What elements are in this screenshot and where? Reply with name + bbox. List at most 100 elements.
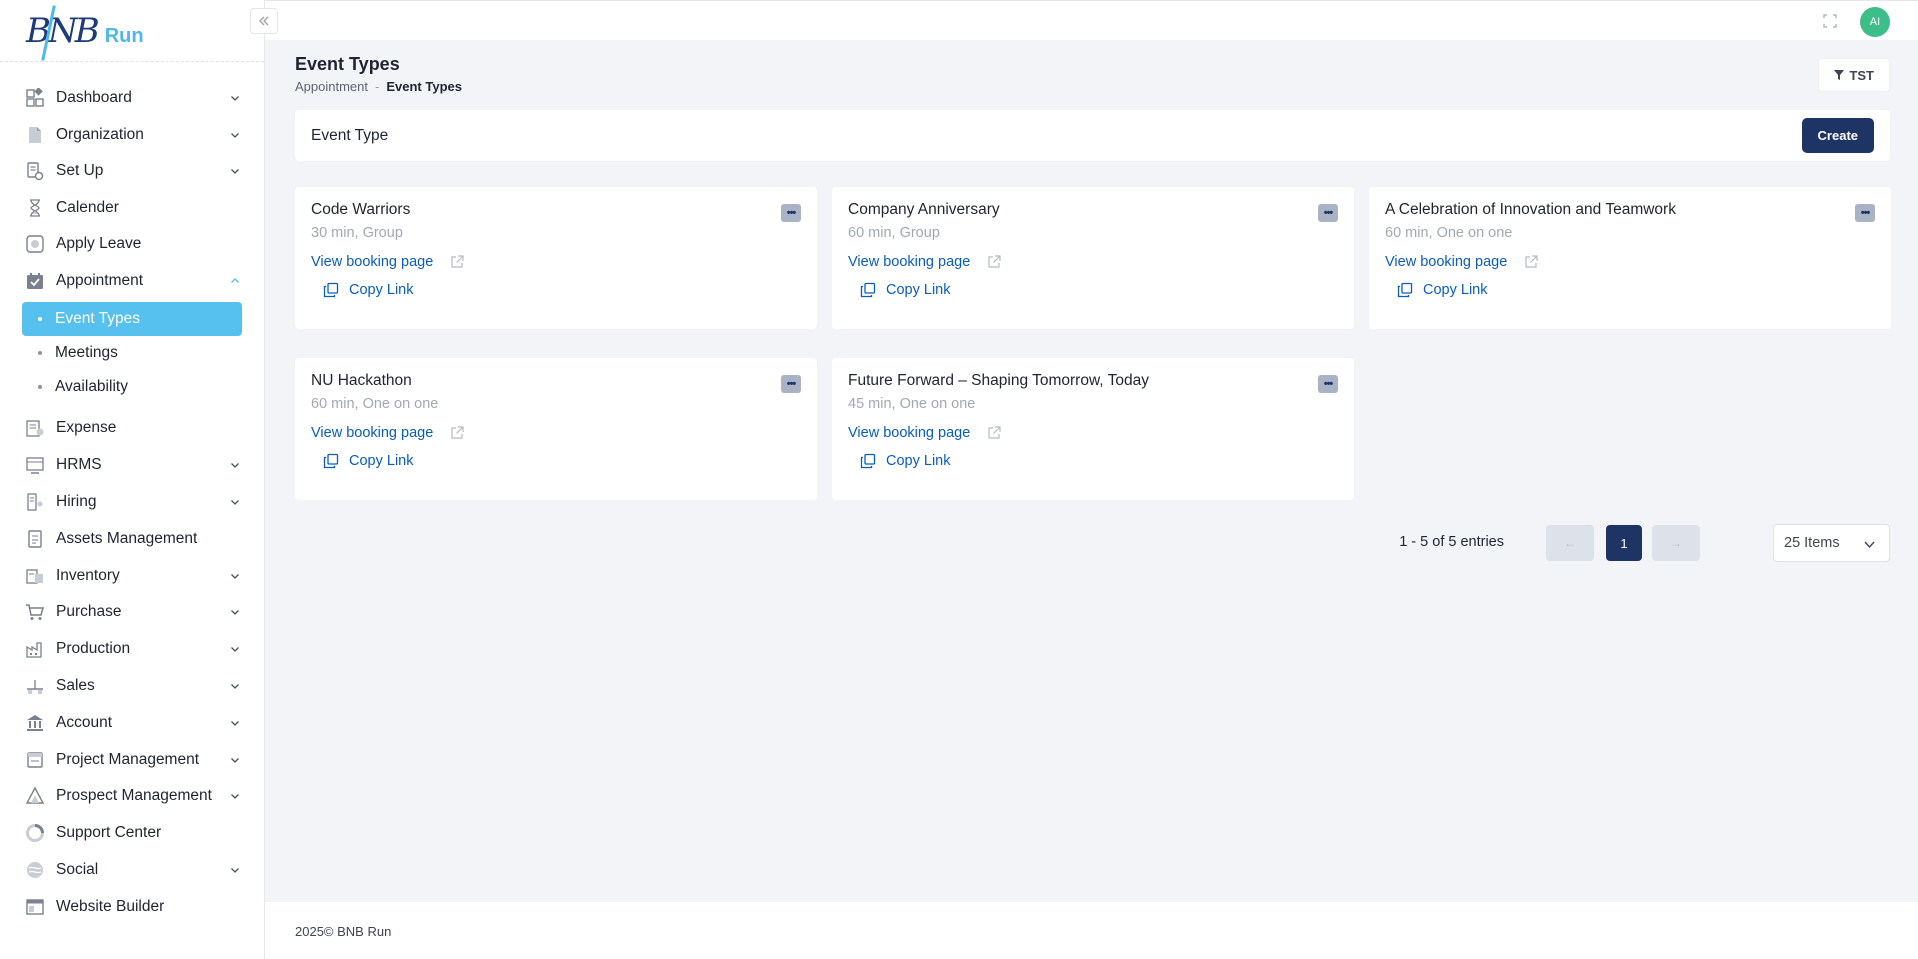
sidebar-nav: Dashboard Organization Set Up Calender Apply… (0, 62, 264, 925)
sidebar-item-label: Set Up (56, 162, 104, 180)
sidebar-item-expense[interactable]: Expense (0, 410, 264, 447)
view-booking-page-link[interactable]: View booking page (1385, 254, 1507, 270)
footer: 2025© BNB Run (265, 902, 1918, 959)
event-type-card: NU Hackathon 60 min, One on one ••• View bo… (295, 358, 817, 500)
user-avatar[interactable]: AI (1860, 7, 1890, 37)
copy-link-label: Copy Link (349, 282, 414, 298)
more-options-icon[interactable]: ••• (1318, 204, 1338, 222)
sidebar-item-assets-management[interactable]: Assets Management (0, 520, 264, 557)
more-options-icon[interactable]: ••• (1318, 375, 1338, 393)
event-type-title: Future Forward – Shaping Tomorrow, Today (848, 372, 1149, 389)
breadcrumb-parent[interactable]: Appointment (295, 79, 368, 94)
event-type-title: A Celebration of Innovation and Teamwork (1385, 201, 1676, 218)
sidebar-subitem-availability[interactable]: Availability (22, 370, 242, 404)
sidebar-item-set-up[interactable]: Set Up (0, 153, 264, 190)
event-type-meta: 60 min, One on one (1385, 225, 1513, 241)
view-booking-page-link[interactable]: View booking page (311, 425, 433, 441)
prospect-icon (24, 785, 46, 807)
sidebar-item-organization[interactable]: Organization (0, 117, 264, 154)
more-options-icon[interactable]: ••• (1855, 204, 1875, 222)
copy-icon (1397, 282, 1423, 298)
sidebar-item-website-builder[interactable]: Website Builder (0, 888, 264, 925)
previous-page-button[interactable]: ← (1546, 525, 1594, 561)
page-size-select[interactable]: 25 Items (1773, 524, 1890, 562)
sidebar-item-production[interactable]: Production (0, 631, 264, 668)
assets-icon (24, 528, 46, 550)
sidebar-item-hiring[interactable]: Hiring (0, 484, 264, 521)
copy-link-button[interactable]: Copy Link (860, 453, 1338, 469)
sidebar-item-support-center[interactable]: Support Center (0, 815, 264, 852)
chevron-down-icon (228, 569, 242, 583)
external-link-icon[interactable] (986, 254, 1002, 270)
sidebar-item-label: Prospect Management (56, 787, 212, 805)
dashboard-icon (24, 87, 46, 109)
section-title: Event Type (311, 126, 389, 144)
sidebar-item-label: Production (56, 640, 131, 658)
view-booking-page-link[interactable]: View booking page (848, 254, 970, 270)
sidebar-item-calender[interactable]: Calender (0, 190, 264, 227)
view-booking-page-link[interactable]: View booking page (848, 425, 970, 441)
copy-link-label: Copy Link (886, 453, 951, 469)
chevron-down-icon (228, 495, 242, 509)
sidebar-item-label: Project Management (56, 750, 200, 768)
sidebar-item-appointment[interactable]: Appointment (0, 263, 264, 300)
website-icon (24, 896, 46, 918)
sidebar-item-account[interactable]: Account (0, 704, 264, 741)
sidebar-item-label: Expense (56, 419, 117, 437)
fullscreen-icon[interactable] (1822, 13, 1838, 29)
sidebar-item-label: Sales (56, 676, 95, 694)
create-button[interactable]: Create (1801, 118, 1874, 153)
external-link-icon[interactable] (449, 425, 465, 441)
sidebar-item-label: Dashboard (56, 89, 132, 107)
event-type-header: Event Type Create (295, 110, 1890, 161)
sidebar-item-apply-leave[interactable]: Apply Leave (0, 226, 264, 263)
sidebar-item-label: Apply Leave (56, 235, 142, 253)
sidebar-item-purchase[interactable]: Purchase (0, 594, 264, 631)
more-options-icon[interactable]: ••• (781, 375, 801, 393)
sidebar-item-prospect-management[interactable]: Prospect Management (0, 778, 264, 815)
copy-icon (860, 453, 886, 469)
copy-link-button[interactable]: Copy Link (1397, 282, 1875, 298)
chevron-down-icon (228, 716, 242, 730)
bank-icon (24, 712, 46, 734)
view-booking-page-link[interactable]: View booking page (311, 254, 433, 270)
copy-icon (323, 282, 349, 298)
sidebar-item-social[interactable]: Social (0, 852, 264, 889)
sidebar-item-dashboard[interactable]: Dashboard (0, 80, 264, 117)
copy-link-button[interactable]: Copy Link (323, 453, 801, 469)
sidebar-item-label: Hiring (56, 492, 97, 510)
sidebar-item-project-management[interactable]: Project Management (0, 741, 264, 778)
expense-icon (24, 417, 46, 439)
external-link-icon[interactable] (986, 425, 1002, 441)
sidebar-item-label: Organization (56, 125, 144, 143)
support-icon (24, 822, 46, 844)
copy-icon (323, 453, 349, 469)
filter-button[interactable]: TST (1818, 58, 1890, 92)
bullet-icon (38, 317, 42, 321)
sidebar-item-label: Purchase (56, 603, 122, 621)
copy-link-label: Copy Link (1423, 282, 1488, 298)
bullet-icon (38, 385, 42, 389)
bullet-icon (38, 351, 42, 355)
sidebar-item-inventory[interactable]: Inventory (0, 557, 264, 594)
sidebar-item-sales[interactable]: Sales (0, 668, 264, 705)
logo-mark: BNB (26, 4, 100, 61)
external-link-icon[interactable] (1523, 254, 1539, 270)
copy-link-button[interactable]: Copy Link (323, 282, 801, 298)
chevron-up-icon (228, 274, 242, 288)
page-number-button[interactable]: 1 (1606, 525, 1642, 561)
external-link-icon[interactable] (449, 254, 465, 270)
event-type-meta: 45 min, One on one (848, 396, 976, 412)
next-page-button[interactable]: → (1652, 525, 1700, 561)
copy-link-button[interactable]: Copy Link (860, 282, 1338, 298)
chevron-down-icon (228, 164, 242, 178)
brand-logo[interactable]: BNB Run (0, 0, 264, 62)
chevron-down-icon (228, 128, 242, 142)
event-type-card: Code Warriors 30 min, Group ••• View bookin… (295, 187, 817, 329)
sidebar-item-hrms[interactable]: HRMS (0, 447, 264, 484)
sidebar-subitem-meetings[interactable]: Meetings (22, 336, 242, 370)
more-options-icon[interactable]: ••• (781, 204, 801, 222)
sidebar-subitem-event-types[interactable]: Event Types (22, 302, 242, 336)
breadcrumb-current: Event Types (386, 79, 462, 94)
collapse-sidebar-icon[interactable] (250, 8, 278, 34)
